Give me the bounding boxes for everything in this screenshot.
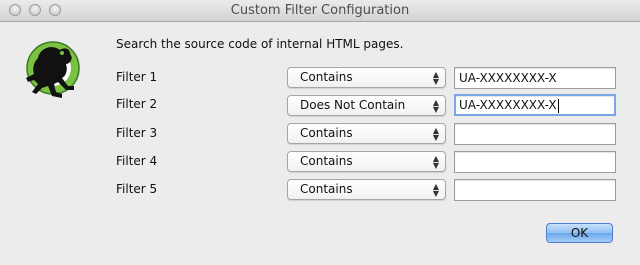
filter-5-label: Filter 5 bbox=[116, 182, 158, 196]
filter-3-input[interactable] bbox=[454, 123, 616, 145]
window-title: Custom Filter Configuration bbox=[230, 3, 410, 18]
filter-1-mode-value: Contains bbox=[300, 70, 353, 84]
filter-2-mode-select[interactable]: Does Not Contain ▲ ▼ bbox=[287, 95, 446, 116]
filter-5-mode-select[interactable]: Contains ▲ ▼ bbox=[287, 179, 446, 200]
title-bar: Custom Filter Configuration bbox=[0, 0, 640, 22]
screaming-frog-logo-icon bbox=[26, 41, 80, 98]
updown-arrows-icon: ▲ ▼ bbox=[432, 182, 439, 198]
dialog-description: Search the source code of internal HTML … bbox=[116, 37, 404, 51]
filter-4-label: Filter 4 bbox=[116, 154, 158, 168]
custom-filter-dialog: Custom Filter Configuration Search the s… bbox=[0, 0, 640, 265]
updown-arrows-icon: ▲ ▼ bbox=[432, 126, 439, 142]
filter-2-mode-value: Does Not Contain bbox=[300, 98, 406, 112]
filter-2-label: Filter 2 bbox=[116, 97, 158, 111]
filter-1-mode-select[interactable]: Contains ▲ ▼ bbox=[287, 67, 446, 88]
updown-arrows-icon: ▲ ▼ bbox=[432, 98, 439, 114]
filter-1-input-value: UA-XXXXXXXX-X bbox=[459, 71, 557, 85]
updown-arrows-icon: ▲ ▼ bbox=[432, 70, 439, 86]
filter-2-input[interactable]: UA-XXXXXXXX-X bbox=[454, 94, 616, 116]
filter-1-label: Filter 1 bbox=[116, 70, 158, 84]
filter-2-input-value: UA-XXXXXXXX-X bbox=[459, 98, 557, 112]
filter-1-input[interactable]: UA-XXXXXXXX-X bbox=[454, 67, 616, 89]
ok-button[interactable]: OK bbox=[546, 223, 613, 243]
filter-4-mode-value: Contains bbox=[300, 154, 353, 168]
filter-3-mode-value: Contains bbox=[300, 126, 353, 140]
filter-3-mode-select[interactable]: Contains ▲ ▼ bbox=[287, 123, 446, 144]
filter-5-input[interactable] bbox=[454, 179, 616, 201]
updown-arrows-icon: ▲ ▼ bbox=[432, 154, 439, 170]
filter-4-mode-select[interactable]: Contains ▲ ▼ bbox=[287, 151, 446, 172]
filter-3-label: Filter 3 bbox=[116, 126, 158, 140]
filter-4-input[interactable] bbox=[454, 151, 616, 173]
filter-5-mode-value: Contains bbox=[300, 182, 353, 196]
text-caret bbox=[557, 98, 559, 113]
